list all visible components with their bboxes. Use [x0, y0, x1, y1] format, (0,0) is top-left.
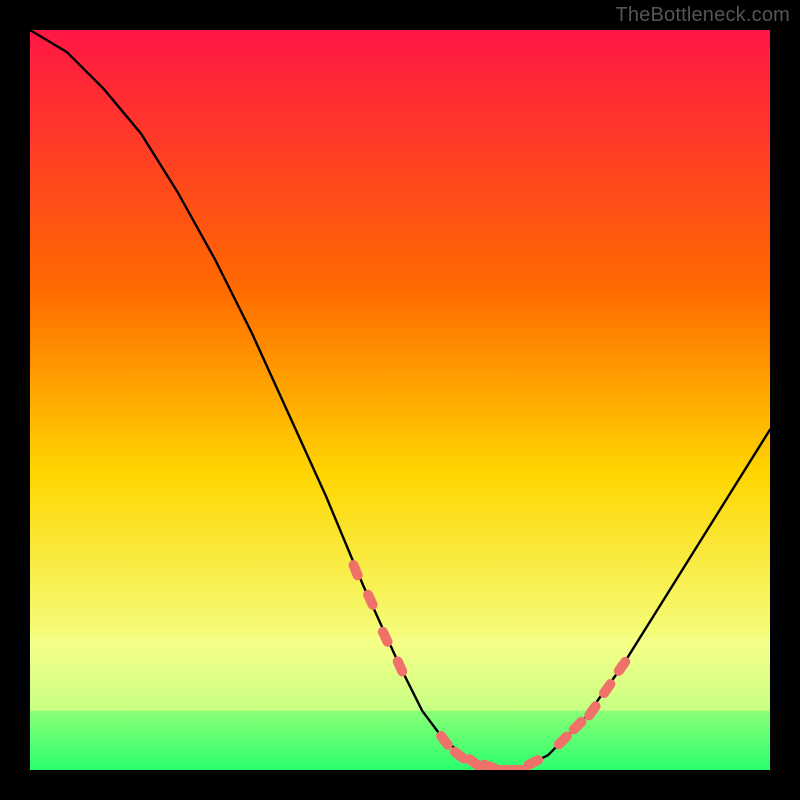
highlight-dot: [470, 759, 479, 766]
highlight-dot: [398, 661, 403, 671]
highlight-dot: [574, 722, 582, 730]
chart-frame: TheBottleneck.com: [0, 0, 800, 800]
highlight-dot: [484, 765, 494, 768]
highlight-dot: [619, 662, 625, 671]
highlight-dot: [559, 737, 567, 745]
highlight-dot: [604, 684, 610, 693]
highlight-dot: [441, 736, 448, 745]
highlight-dot: [455, 752, 464, 759]
highlight-dot: [368, 595, 373, 605]
highlight-dot: [528, 760, 538, 765]
highlight-dot: [383, 632, 388, 642]
highlight-dot: [354, 565, 358, 575]
watermark-text: TheBottleneck.com: [615, 4, 790, 27]
bottleneck-chart: [0, 0, 800, 800]
highlight-dot: [589, 706, 595, 715]
